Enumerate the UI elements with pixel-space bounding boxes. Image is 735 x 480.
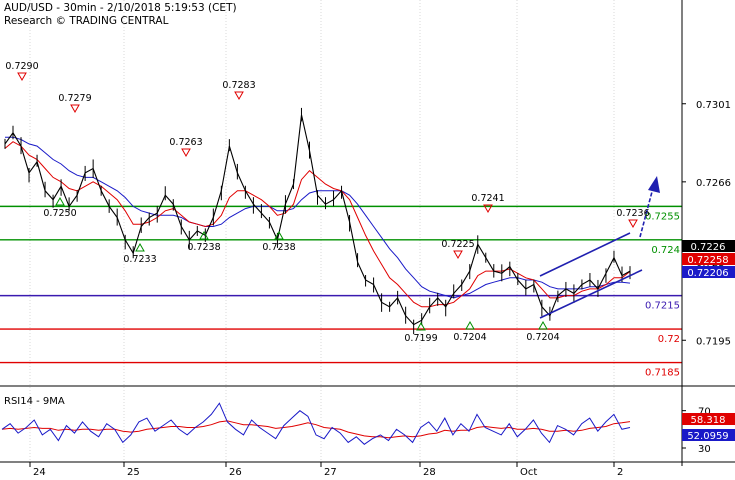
x-tick-label: 26 xyxy=(229,467,242,478)
level-label: 0.72 xyxy=(658,334,680,345)
x-tick-label: 27 xyxy=(324,467,337,478)
low-label: 0.7204 xyxy=(526,332,559,343)
level-label: 0.7255 xyxy=(645,211,680,222)
low-label: 0.7233 xyxy=(123,254,156,265)
low-label: 0.7204 xyxy=(453,332,486,343)
chart-svg: 0.7255 0.724 0.7215 0.72 0.7185 0.7290 0.7279… xyxy=(0,0,735,480)
price-box-label: 0.72258 xyxy=(687,255,728,266)
x-tick-label: 28 xyxy=(423,467,436,478)
level-label: 0.7215 xyxy=(645,301,680,312)
high-label: 0.7236 xyxy=(616,208,649,219)
high-label: 0.7241 xyxy=(471,193,504,204)
chart-subtitle: Research © TRADING CENTRAL xyxy=(4,15,169,27)
level-label: 0.724 xyxy=(651,245,680,256)
low-label: 0.7250 xyxy=(43,208,76,219)
high-label: 0.7290 xyxy=(5,61,38,72)
y-tick-label: 0.7195 xyxy=(696,336,731,347)
high-label: 0.7283 xyxy=(222,80,255,91)
high-label: 0.7225 xyxy=(441,239,474,250)
y-tick-label: 0.7301 xyxy=(696,100,731,111)
low-label: 0.7238 xyxy=(187,242,220,253)
price-box-label: 0.7226 xyxy=(691,242,726,253)
rsi-title: RSI14 - 9MA xyxy=(4,396,65,407)
x-tick-label: Oct xyxy=(520,467,537,478)
price-box-label: 0.72206 xyxy=(687,268,728,279)
low-label: 0.7199 xyxy=(404,333,437,344)
x-tick-label: 24 xyxy=(33,467,46,478)
high-label: 0.7263 xyxy=(169,137,202,148)
x-tick-label: 2 xyxy=(617,467,623,478)
rsi-tick-label: 30 xyxy=(698,444,711,455)
low-label: 0.7238 xyxy=(262,242,295,253)
level-label: 0.7185 xyxy=(645,368,680,379)
x-tick-label: 25 xyxy=(127,467,140,478)
chart-root: 0.7255 0.724 0.7215 0.72 0.7185 0.7290 0.7279… xyxy=(0,0,735,480)
chart-title: AUD/USD - 30min - 2/10/2018 5:19:53 (CET… xyxy=(4,2,237,14)
high-label: 0.7279 xyxy=(58,93,91,104)
y-tick-label: 0.7266 xyxy=(696,178,731,189)
rsi-box-label: 58.318 xyxy=(691,415,726,426)
rsi-box-label: 52.0959 xyxy=(687,431,728,442)
